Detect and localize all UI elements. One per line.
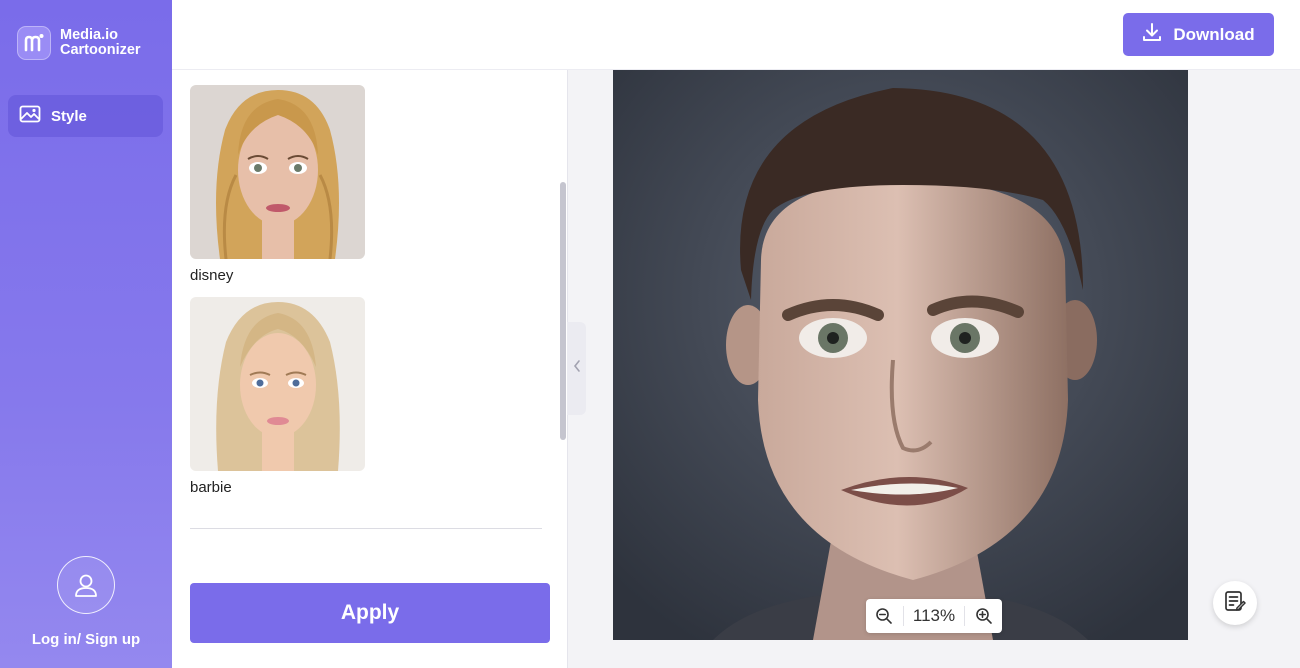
sidebar-item-label: Style [51,107,87,125]
download-label: Download [1173,24,1255,44]
sidebar: Media.io Cartoonizer Style Log in/ Sign … [0,0,172,668]
zoom-out-icon[interactable] [875,607,893,625]
brand[interactable]: Media.io Cartoonizer [17,26,141,60]
style-panel: disney barbie Apply [172,70,568,668]
image-icon [19,105,41,127]
panel-scrollbar[interactable] [560,182,566,440]
divider [190,528,542,529]
feedback-button[interactable] [1213,581,1257,625]
brand-name: Media.io Cartoonizer [60,28,141,58]
download-icon [1142,22,1162,47]
chevron-left-icon [572,359,582,378]
style-card-disney[interactable]: disney [190,85,365,284]
collapse-panel-button[interactable] [567,322,586,415]
sidebar-item-style[interactable]: Style [8,95,163,137]
download-button[interactable]: Download [1123,13,1274,56]
style-thumbnail-barbie [190,297,365,471]
feedback-icon [1224,590,1246,617]
media-io-logo-icon [17,26,51,60]
user-icon [57,556,115,614]
brand-name-line1: Media.io [60,27,119,43]
login-signup[interactable]: Log in/ Sign up [0,556,172,648]
result-preview-image [613,70,1188,640]
style-thumbnail-disney [190,85,365,259]
style-label-barbie: barbie [190,479,232,496]
zoom-control: 113% [866,599,1002,633]
login-label: Log in/ Sign up [31,631,141,648]
style-label-disney: disney [190,267,234,284]
zoom-level: 113% [902,606,966,626]
brand-name-line2: Cartoonizer [60,42,141,58]
apply-button[interactable]: Apply [190,583,550,643]
style-card-barbie[interactable]: barbie [190,297,365,496]
top-bar: Download [172,0,1300,70]
zoom-in-icon[interactable] [975,607,993,625]
